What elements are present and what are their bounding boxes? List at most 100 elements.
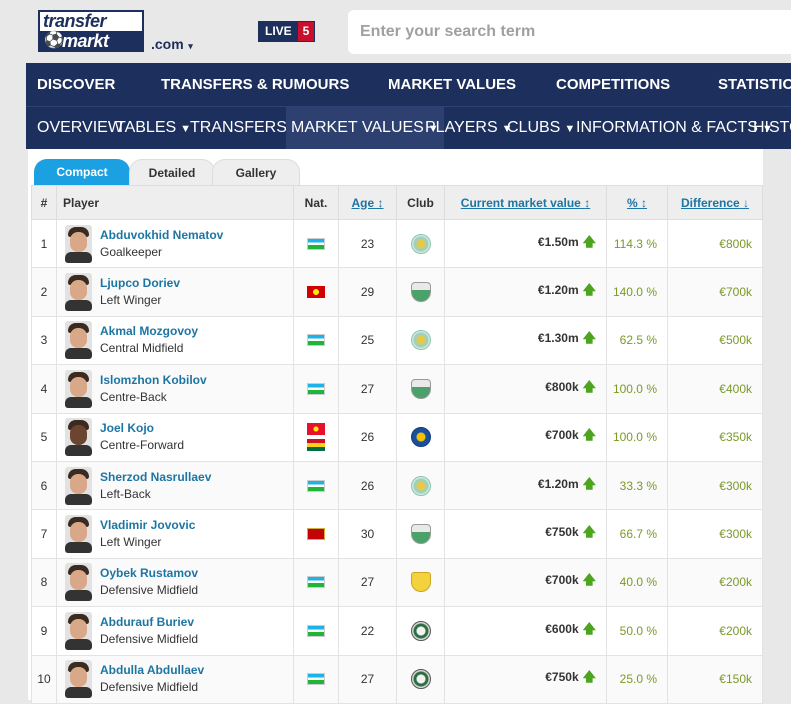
nationality-cell (293, 412, 339, 462)
club-cell (396, 218, 445, 269)
table-row: 7 Vladimir Jovovic Left Winger 30 €750k 🡅 … (31, 509, 763, 559)
value-difference: €300k (667, 460, 763, 511)
club-crest-icon[interactable] (410, 620, 431, 641)
search-input[interactable] (348, 10, 791, 54)
tab-gallery[interactable]: Gallery (212, 159, 300, 185)
subnav-label: INFORMATION & FACTS (576, 119, 758, 136)
subnav-clubs[interactable]: CLUBS ▼ (502, 107, 580, 149)
club-cell (396, 412, 445, 462)
player-position: Defensive Midfield (100, 631, 199, 646)
player-name-link[interactable]: Abdulla Abdullaev (100, 662, 204, 678)
col-player: Player (56, 185, 294, 220)
uzbekistan-flag-icon[interactable] (307, 576, 325, 589)
player-name-link[interactable]: Sherzod Nasrullaev (100, 469, 211, 485)
player-photo[interactable] (65, 321, 92, 360)
kyrgyzstan-flag-icon[interactable] (307, 423, 325, 436)
body (65, 590, 92, 602)
value-difference: €200k (667, 557, 763, 608)
club-crest-icon[interactable] (410, 475, 431, 496)
player-photo[interactable] (65, 660, 92, 699)
market-value-cell: €750k 🡅 (444, 654, 607, 704)
club-crest-icon[interactable] (410, 233, 431, 254)
arrow-up-icon: 🡅 (582, 282, 596, 298)
tab-detailed[interactable]: Detailed (129, 159, 215, 185)
age: 29 (338, 267, 397, 317)
market-value-cell: €1.50m 🡅 (444, 218, 607, 269)
col-pct-sort[interactable]: % ↕ (606, 185, 668, 220)
market-value-card: Compact Detailed Gallery # Player Nat. A… (28, 149, 763, 704)
age: 26 (338, 460, 397, 511)
nav-competitions[interactable]: COMPETITIONS (556, 76, 670, 93)
player-name-link[interactable]: Ljupco Doriev (100, 275, 180, 291)
row-rank: 1 (31, 218, 57, 269)
player-photo[interactable] (65, 418, 92, 457)
market-value: €1.20m (537, 476, 579, 491)
club-crest-icon[interactable] (410, 427, 431, 448)
col-diff-sort[interactable]: Difference ↓ (667, 185, 763, 220)
col-nat: Nat. (293, 185, 339, 220)
nationality-cell (293, 267, 339, 317)
subnav-label: PLAYERS (425, 119, 498, 136)
player-photo[interactable] (65, 369, 92, 408)
club-crest-icon[interactable] (410, 330, 431, 351)
nav-transfers-rumours[interactable]: TRANSFERS & RUMOURS (161, 76, 349, 93)
body (65, 542, 92, 554)
player-name-link[interactable]: Abdurauf Buriev (100, 614, 198, 630)
uzbekistan-flag-icon[interactable] (307, 334, 325, 347)
montenegro-flag-icon[interactable] (307, 528, 325, 541)
club-crest-icon[interactable] (410, 524, 431, 545)
club-cell (396, 557, 445, 608)
domain-selector[interactable]: .com ▾ (151, 36, 193, 52)
nav-discover[interactable]: DISCOVER (37, 76, 115, 93)
player-name-link[interactable]: Vladimir Jovovic (100, 517, 195, 533)
logo-text-bottom: markt (62, 31, 109, 51)
col-age-sort[interactable]: Age ↕ (338, 185, 397, 220)
subnav-label: MARKET VALUES (291, 119, 424, 136)
player-photo[interactable] (65, 466, 92, 505)
club-crest-icon[interactable] (410, 669, 431, 690)
player-position: Central Midfield (100, 341, 184, 356)
transfermarkt-logo[interactable]: transfer ⚽ markt (38, 10, 144, 52)
player-name-link[interactable]: Islomzhon Kobilov (100, 372, 207, 388)
nav-market-values[interactable]: MARKET VALUES (388, 76, 516, 93)
subnav-history[interactable]: HISTO (748, 107, 791, 149)
player-photo[interactable] (65, 224, 92, 263)
market-value: €600k (545, 621, 579, 636)
player-name-link[interactable]: Abduvokhid Nematov (100, 227, 223, 243)
percent-change: 140.0 % (606, 267, 668, 317)
live-ticker-button[interactable]: LIVE 5 (258, 21, 316, 42)
main-nav: DISCOVER TRANSFERS & RUMOURS MARKET VALU… (26, 63, 791, 106)
face (70, 570, 87, 591)
subnav-tables[interactable]: TABLES ▼ (111, 107, 196, 149)
player-name-link[interactable]: Oybek Rustamov (100, 565, 198, 581)
percent-change: 62.5 % (606, 315, 668, 366)
market-value-cell: €1.30m 🡅 (444, 315, 607, 366)
row-rank: 10 (31, 654, 57, 704)
tab-compact[interactable]: Compact (34, 159, 130, 185)
player-name-link[interactable]: Akmal Mozgovoy (100, 323, 198, 339)
col-value-sort[interactable]: Current market value ↕ (444, 185, 607, 220)
uzbekistan-flag-icon[interactable] (307, 624, 325, 637)
player-cell: Islomzhon Kobilov Centre-Back (56, 364, 294, 414)
uzbekistan-flag-icon[interactable] (307, 673, 325, 686)
uzbekistan-flag-icon[interactable] (307, 479, 325, 492)
club-crest-icon[interactable] (410, 378, 431, 399)
nav-statistics[interactable]: STATISTICS (718, 76, 791, 93)
player-photo[interactable] (65, 515, 92, 554)
player-position: Left Winger (100, 535, 162, 550)
player-photo[interactable] (65, 563, 92, 602)
uzbekistan-flag-icon[interactable] (307, 237, 325, 250)
age: 30 (338, 509, 397, 559)
player-photo[interactable] (65, 273, 92, 312)
subnav-information-facts[interactable]: INFORMATION & FACTS ▼ (571, 107, 778, 149)
club-crest-icon[interactable] (410, 572, 431, 593)
uzbekistan-flag-icon[interactable] (307, 382, 325, 395)
arrow-up-icon: 🡅 (582, 233, 596, 249)
value-difference: €200k (667, 606, 763, 656)
club-crest-icon[interactable] (410, 282, 431, 303)
market-value-cell: €750k 🡅 (444, 509, 607, 559)
ghana-flag-icon[interactable] (307, 439, 325, 452)
player-photo[interactable] (65, 611, 92, 650)
player-name-link[interactable]: Joel Kojo (100, 420, 184, 436)
north-macedonia-flag-icon[interactable] (307, 286, 325, 299)
